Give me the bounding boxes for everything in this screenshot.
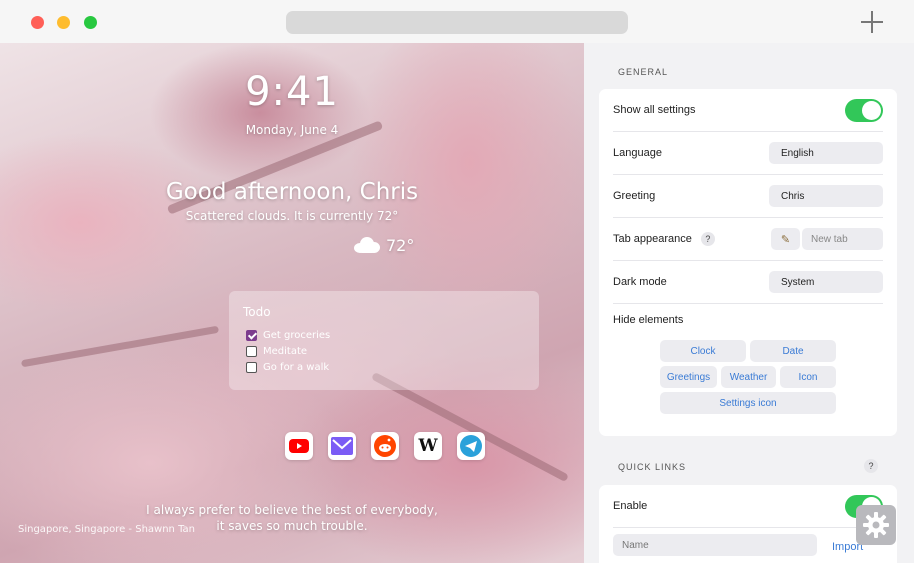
todo-item[interactable]: Go for a walk: [246, 361, 329, 374]
zoom-window-button[interactable]: [84, 16, 97, 29]
todo-item-label: Get groceries: [263, 330, 331, 341]
todo-widget: Todo Get groceries Meditate Go for a wal…: [229, 291, 539, 390]
telegram-icon[interactable]: [457, 432, 485, 460]
temperature: 72°: [386, 235, 415, 255]
todo-title: Todo: [243, 305, 271, 319]
show-all-settings-toggle[interactable]: [845, 98, 883, 122]
quote-line: I always prefer to believe the best of e…: [146, 503, 438, 517]
tab-title-input[interactable]: New tab: [802, 228, 883, 250]
todo-item-label: Meditate: [263, 346, 308, 357]
general-section-title: GENERAL: [618, 67, 669, 77]
youtube-icon[interactable]: [285, 432, 313, 460]
title-bar: [0, 0, 914, 43]
hide-elements-label: Hide elements: [613, 314, 684, 326]
greeting-input[interactable]: Chris: [769, 185, 883, 207]
todo-checkbox[interactable]: [246, 330, 257, 341]
greeting-row: Greeting Chris: [613, 175, 883, 218]
weather-widget: 72°: [354, 235, 414, 255]
tab-appearance-row: Tab appearance ? ✎ New tab: [613, 218, 883, 261]
todo-checkbox[interactable]: [246, 346, 257, 357]
reddit-icon[interactable]: [371, 432, 399, 460]
close-window-button[interactable]: [31, 16, 44, 29]
todo-item[interactable]: Get groceries: [246, 329, 330, 342]
link-name-input[interactable]: [613, 534, 817, 556]
browser-window: 9:41 Monday, June 4 Good afternoon, Chri…: [0, 0, 914, 563]
new-tab-preview: 9:41 Monday, June 4 Good afternoon, Chri…: [0, 43, 584, 563]
settings-panel: GENERAL Show all settings Language Engli…: [584, 43, 914, 563]
show-all-settings-row: Show all settings: [613, 89, 883, 132]
language-select[interactable]: English: [769, 142, 883, 164]
language-row: Language English: [613, 132, 883, 175]
blossom-branch: [20, 325, 220, 368]
weather-summary: Scattered clouds. It is currently 72°: [185, 209, 399, 223]
hide-elements-row: Hide elements: [613, 304, 883, 334]
mail-icon[interactable]: [328, 432, 356, 460]
hide-icon-chip[interactable]: Icon: [780, 366, 836, 388]
todo-item-label: Go for a walk: [263, 362, 330, 373]
brush-icon[interactable]: ✎: [771, 228, 800, 250]
hide-clock-chip[interactable]: Clock: [660, 340, 746, 362]
enable-label: Enable: [613, 500, 648, 512]
tab-appearance-label: Tab appearance: [613, 233, 692, 245]
greeting-label: Greeting: [613, 190, 656, 202]
dark-mode-select[interactable]: System: [769, 271, 883, 293]
help-icon[interactable]: ?: [700, 232, 715, 246]
quick-links-section-title: QUICK LINKS: [618, 462, 687, 472]
minimize-window-button[interactable]: [57, 16, 70, 29]
settings-gear-button[interactable]: [856, 505, 896, 545]
language-label: Language: [613, 147, 662, 159]
greeting: Good afternoon, Chris: [165, 179, 419, 205]
help-icon[interactable]: ?: [864, 459, 878, 473]
photo-credit[interactable]: Singapore, Singapore - Shawnn Tan: [18, 524, 195, 535]
quick-links-bar: W: [285, 432, 485, 460]
date: Monday, June 4: [245, 123, 339, 137]
gear-icon: [863, 512, 889, 538]
enable-row: Enable: [613, 485, 883, 528]
quick-links-card: Enable Import: [599, 485, 897, 563]
plus-icon[interactable]: [861, 11, 883, 33]
hide-settings-icon-chip[interactable]: Settings icon: [660, 392, 836, 414]
wikipedia-icon[interactable]: W: [414, 432, 442, 460]
hide-greetings-chip[interactable]: Greetings: [660, 366, 717, 388]
hide-date-chip[interactable]: Date: [750, 340, 836, 362]
hide-weather-chip[interactable]: Weather: [721, 366, 776, 388]
cloud-icon: [354, 237, 380, 253]
dark-mode-label: Dark mode: [613, 276, 667, 288]
address-bar[interactable]: [286, 11, 628, 34]
general-settings-card: Show all settings Language English Greet…: [599, 89, 897, 436]
dark-mode-row: Dark mode System: [613, 261, 883, 304]
todo-item[interactable]: Meditate: [246, 345, 307, 358]
todo-checkbox[interactable]: [246, 362, 257, 373]
clock: 9:41: [245, 69, 339, 115]
show-all-settings-label: Show all settings: [613, 104, 696, 116]
